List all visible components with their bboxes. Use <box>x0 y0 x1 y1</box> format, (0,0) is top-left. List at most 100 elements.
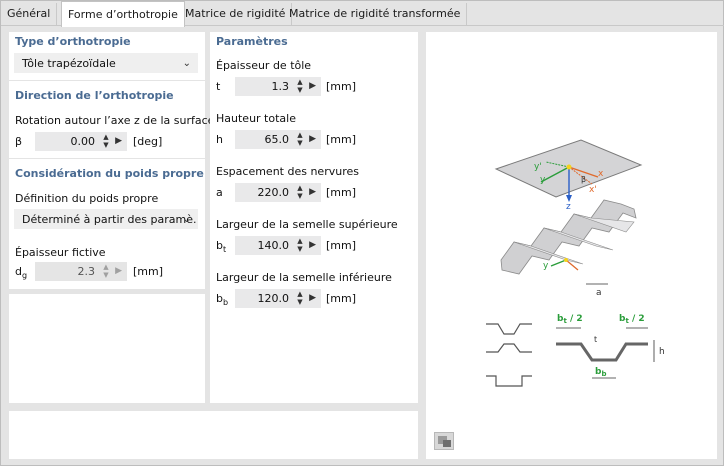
spin-right-arrow-icon[interactable]: ▶ <box>115 132 122 151</box>
sheet-y-axis-line <box>550 259 567 267</box>
orthotropy-type-select[interactable]: Tôle trapézoïdale ⌄ <box>14 53 198 73</box>
rotation-angle-value: 0.00 <box>70 135 96 148</box>
fictive-thickness-unit: [mm] <box>133 265 164 278</box>
parameters-panel: Paramètres Épaisseur de tôle t 1.3 ▲ ▼ ▶ … <box>210 32 418 403</box>
label-bt-half-left: bt / 2 <box>557 314 583 325</box>
sheet-thickness-input[interactable]: 1.3 ▲ ▼ ▶ <box>235 77 321 96</box>
spin-right-arrow-icon[interactable]: ▶ <box>309 236 316 255</box>
param-symbol-t: t <box>216 80 221 93</box>
sheet-origin-point <box>564 258 568 262</box>
dialog: Général Forme d’orthotropie Matrice de r… <box>0 0 724 466</box>
z-arrow-icon <box>566 195 572 202</box>
section-parameters: Paramètres <box>216 35 288 48</box>
label-y: y <box>540 175 546 185</box>
param-unit: [mm] <box>326 186 357 199</box>
section-orthotropy-type: Type d’orthotropie <box>15 35 131 48</box>
orthotropy-figure: y' y x x' β z y a bt / 2 bt / 2 t h bb <box>486 139 665 387</box>
label-bb: bb <box>595 367 606 378</box>
bottom-comment-panel <box>9 411 418 459</box>
label-y-prime: y' <box>534 162 542 172</box>
spin-up-down-icon[interactable]: ▲ ▼ <box>296 78 304 94</box>
bb-label-sub: b <box>601 370 606 378</box>
image-settings-icon <box>438 436 451 447</box>
spin-up-down-icon[interactable]: ▲ ▼ <box>102 133 110 149</box>
dg-symbol-base: d <box>15 265 22 278</box>
bt-sub: t <box>222 245 227 255</box>
param-unit: [mm] <box>326 239 357 252</box>
profile-variant-2 <box>486 343 532 353</box>
chevron-down-icon: ⌄ <box>182 214 191 225</box>
divider <box>9 80 205 81</box>
label-x: x <box>598 169 604 179</box>
param-label: Largeur de la semelle supérieure <box>216 218 398 231</box>
spin-up-down-icon[interactable]: ▲ ▼ <box>296 184 304 200</box>
param-label: Épaisseur de tôle <box>216 59 312 72</box>
spin-up-down-icon[interactable]: ▲ ▼ <box>296 237 304 253</box>
top-flange-width-value: 140.0 <box>257 239 290 252</box>
tab-stiffness-matrix[interactable]: Matrice de rigidité <box>179 3 293 25</box>
param-symbol-h: h <box>216 133 223 146</box>
rib-spacing-input[interactable]: 220.0 ▲ ▼ ▶ <box>235 183 321 202</box>
spin-right-arrow-icon[interactable]: ▶ <box>309 77 316 96</box>
bb-base: b <box>216 292 223 305</box>
dg-symbol: dg <box>15 265 27 280</box>
spin-up-down-icon[interactable]: ▲ ▼ <box>296 131 304 147</box>
spin-right-arrow-icon[interactable]: ▶ <box>309 289 316 308</box>
profile-variant-3 <box>486 375 532 387</box>
sheet-thickness-value: 1.3 <box>271 80 290 93</box>
param-unit: [mm] <box>326 133 357 146</box>
section-direction: Direction de l’orthotropie <box>15 89 174 102</box>
total-height-input[interactable]: 65.0 ▲ ▼ ▶ <box>235 130 321 149</box>
label-bt-half-right: bt / 2 <box>619 314 645 325</box>
spin-right-arrow-icon: ▶ <box>115 266 122 276</box>
bt-half-suffix: / 2 <box>629 314 645 324</box>
label-beta: β <box>581 175 586 184</box>
bt-base: b <box>216 239 223 252</box>
sheet-label-y: y <box>543 261 549 271</box>
param-label: Espacement des nervures <box>216 165 359 178</box>
bottom-flange-width-value: 120.0 <box>257 292 290 305</box>
fictive-thickness-label: Épaisseur fictive <box>15 246 106 259</box>
param-symbol-a: a <box>216 186 223 199</box>
beta-symbol: β <box>15 135 23 148</box>
label-t: t <box>594 335 597 344</box>
spin-up-down-icon[interactable]: ▲ ▼ <box>296 290 304 306</box>
label-a: a <box>596 288 602 298</box>
chevron-down-icon: ⌄ <box>182 58 191 69</box>
rib-spacing-value: 220.0 <box>257 186 290 199</box>
tab-general[interactable]: Général <box>1 3 58 25</box>
spin-right-arrow-icon[interactable]: ▶ <box>309 183 316 202</box>
tab-bar: Général Forme d’orthotropie Matrice de r… <box>1 1 724 27</box>
param-symbol-bb: bb <box>216 292 228 307</box>
fictive-thickness-input: 2.3 ▲ ▼ ▶ <box>35 262 127 281</box>
bb-sub: b <box>222 298 229 308</box>
figure-panel: y' y x x' β z y a bt / 2 bt / 2 t h bb <box>426 32 717 459</box>
rotation-unit: [deg] <box>133 135 163 148</box>
label-h: h <box>659 347 665 357</box>
self-weight-definition-select[interactable]: Déterminé à partir des paramè... ⌄ <box>14 209 198 229</box>
orthotropy-type-value: Tôle trapézoïdale <box>22 57 116 70</box>
rotation-angle-input[interactable]: 0.00 ▲ ▼ ▶ <box>35 132 127 151</box>
tab-orthotropy-shape[interactable]: Forme d’orthotropie <box>61 1 185 27</box>
top-flange-width-input[interactable]: 140.0 ▲ ▼ ▶ <box>235 236 321 255</box>
label-z: z <box>566 202 571 212</box>
tab-transformed-stiffness-matrix[interactable]: Matrice de rigidité transformée <box>283 3 468 25</box>
spin-right-arrow-icon[interactable]: ▶ <box>309 130 316 149</box>
section-self-weight: Considération du poids propre <box>15 167 204 180</box>
fictive-thickness-value: 2.3 <box>77 265 96 278</box>
param-symbol-bt: bt <box>216 239 226 254</box>
param-unit: [mm] <box>326 80 357 93</box>
param-label: Hauteur totale <box>216 112 296 125</box>
self-weight-definition-value: Déterminé à partir des paramè... <box>22 213 198 226</box>
bt-half-suffix: / 2 <box>567 314 583 324</box>
label-x-prime: x' <box>589 185 597 195</box>
left-settings-panel: Type d’orthotropie Tôle trapézoïdale ⌄ D… <box>9 32 214 289</box>
figure-options-button[interactable] <box>434 432 454 450</box>
left-empty-panel <box>9 294 205 403</box>
profile-variant-1 <box>486 323 532 335</box>
param-unit: [mm] <box>326 292 357 305</box>
rotation-label: Rotation autour l’axe z de la surface <box>15 114 215 127</box>
dg-symbol-sub: g <box>21 271 28 281</box>
bottom-flange-width-input[interactable]: 120.0 ▲ ▼ ▶ <box>235 289 321 308</box>
total-height-value: 65.0 <box>264 133 290 146</box>
